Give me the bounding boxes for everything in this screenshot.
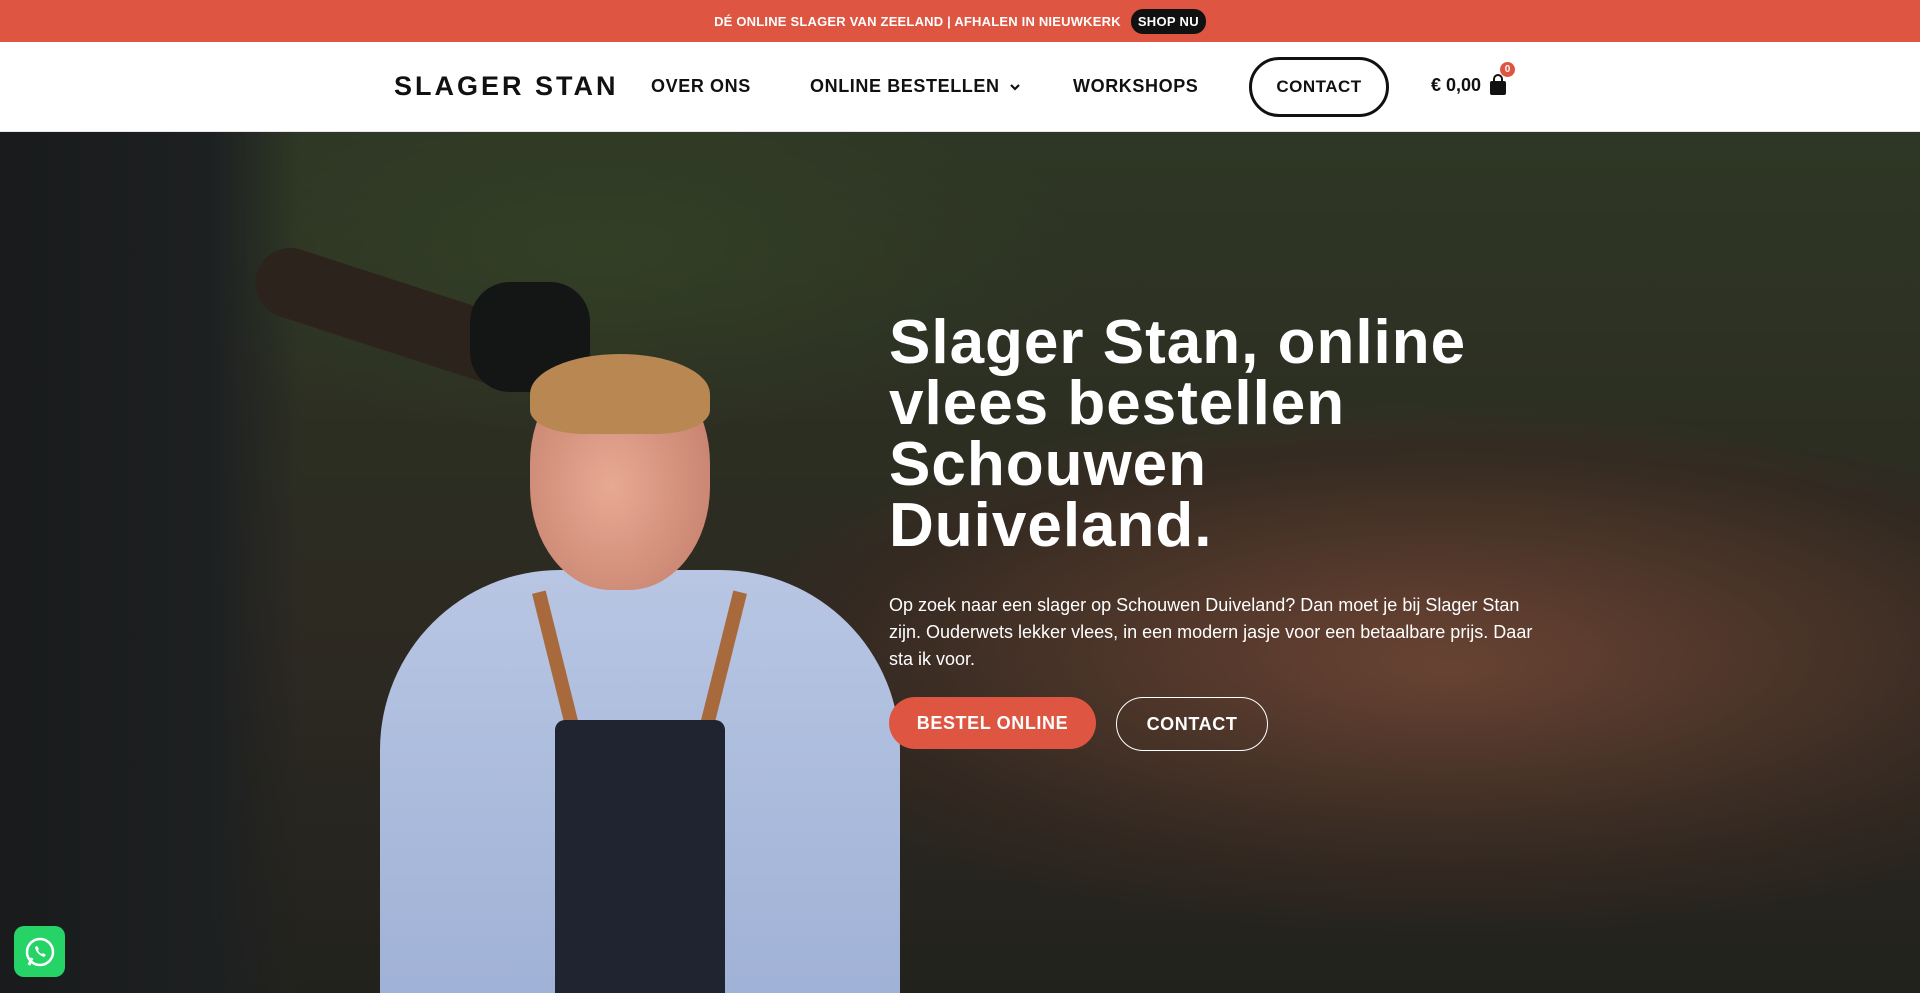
announcement-text: DÉ ONLINE SLAGER VAN ZEELAND | AFHALEN I… xyxy=(714,13,1121,29)
nav-label: OVER ONS xyxy=(651,76,751,96)
logo[interactable]: SLAGER STAN xyxy=(394,71,619,102)
shopping-bag-icon: 0 xyxy=(1489,62,1516,96)
chevron-down-icon xyxy=(1009,83,1020,91)
cart-button[interactable]: € 0,00 0 xyxy=(1431,62,1516,96)
whatsapp-icon[interactable] xyxy=(14,926,65,977)
nav-label: ONLINE BESTELLEN xyxy=(810,76,1000,96)
nav-item-over-ons[interactable]: OVER ONS xyxy=(651,76,751,97)
cart-count-badge: 0 xyxy=(1500,62,1516,77)
butcher-portrait xyxy=(380,354,900,993)
order-online-button[interactable]: BESTEL ONLINE xyxy=(889,697,1096,749)
shop-now-button[interactable]: SHOP NU xyxy=(1130,8,1206,34)
nav-item-online-bestellen[interactable]: ONLINE BESTELLEN xyxy=(810,76,1020,97)
nav-label: WORKSHOPS xyxy=(1073,76,1199,96)
hero-section: Slager Stan, online vlees bestellen Scho… xyxy=(0,132,1920,993)
hero-title: Slager Stan, online vlees bestellen Scho… xyxy=(889,308,1467,560)
contact-button[interactable]: CONTACT xyxy=(1249,57,1389,117)
hero-content: Slager Stan, online vlees bestellen Scho… xyxy=(889,312,1569,673)
cart-total: € 0,00 xyxy=(1431,74,1482,95)
nav-item-workshops[interactable]: WORKSHOPS xyxy=(1073,76,1198,97)
site-header: SLAGER STAN OVER ONS ONLINE BESTELLEN WO… xyxy=(0,42,1920,132)
hero-buttons: BESTEL ONLINE CONTACT xyxy=(889,697,1268,751)
hero-description: Op zoek naar een slager op Schouwen Duiv… xyxy=(889,595,1533,669)
hero-contact-button[interactable]: CONTACT xyxy=(1116,697,1268,751)
announcement-bar: DÉ ONLINE SLAGER VAN ZEELAND | AFHALEN I… xyxy=(0,0,1920,42)
